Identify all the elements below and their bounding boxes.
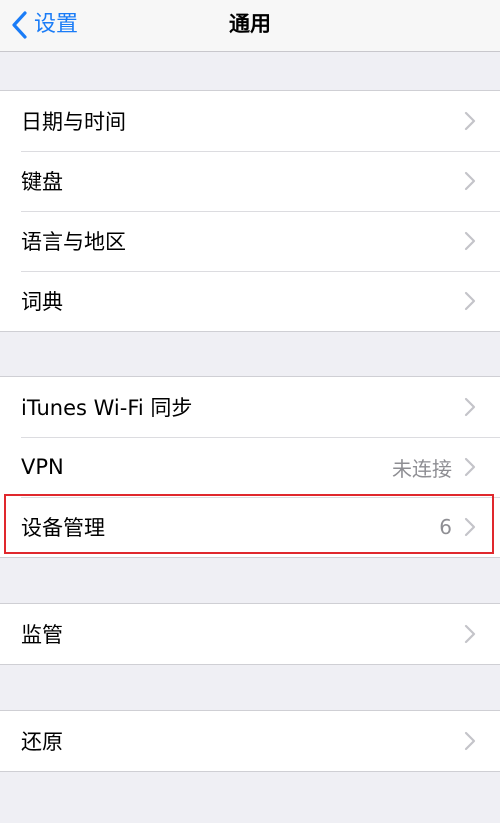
row-label: iTunes Wi-Fi 同步 [21,396,193,420]
row-language-region[interactable]: 语言与地区 [0,211,500,271]
chevron-right-icon [464,171,476,191]
row-label: 键盘 [21,170,63,194]
back-button-label: 设置 [34,12,79,37]
row-label: 监管 [21,623,63,647]
settings-group-3: 监管 [0,603,500,665]
chevron-right-icon [464,624,476,644]
settings-group-2: iTunes Wi-Fi 同步 VPN 未连接 设备管理 6 [0,376,500,558]
chevron-right-icon [464,231,476,251]
navigation-bar: 设置 通用 [0,0,500,52]
row-supervision[interactable]: 监管 [0,604,500,664]
row-dictionary[interactable]: 词典 [0,271,500,331]
chevron-right-icon [464,731,476,751]
row-keyboard[interactable]: 键盘 [0,151,500,211]
chevron-right-icon [464,291,476,311]
row-date-time[interactable]: 日期与时间 [0,91,500,151]
row-label: VPN [21,455,64,479]
chevron-right-icon [464,397,476,417]
row-label: 还原 [21,730,63,754]
row-label: 设备管理 [21,516,105,540]
row-vpn[interactable]: VPN 未连接 [0,437,500,497]
settings-group-1: 日期与时间 键盘 语言与地区 词典 [0,90,500,332]
vpn-status-value: 未连接 [392,456,452,481]
row-reset[interactable]: 还原 [0,711,500,771]
row-label: 日期与时间 [21,110,126,134]
row-itunes-wifi-sync[interactable]: iTunes Wi-Fi 同步 [0,377,500,437]
settings-group-4: 还原 [0,710,500,772]
chevron-left-icon [12,11,27,39]
row-label: 语言与地区 [21,230,126,254]
chevron-right-icon [464,111,476,131]
chevron-right-icon [464,457,476,477]
row-label: 词典 [21,290,63,314]
chevron-right-icon [464,517,476,537]
back-button[interactable]: 设置 [8,8,78,42]
device-count-value: 6 [439,515,452,539]
row-device-management[interactable]: 设备管理 6 [0,497,500,557]
